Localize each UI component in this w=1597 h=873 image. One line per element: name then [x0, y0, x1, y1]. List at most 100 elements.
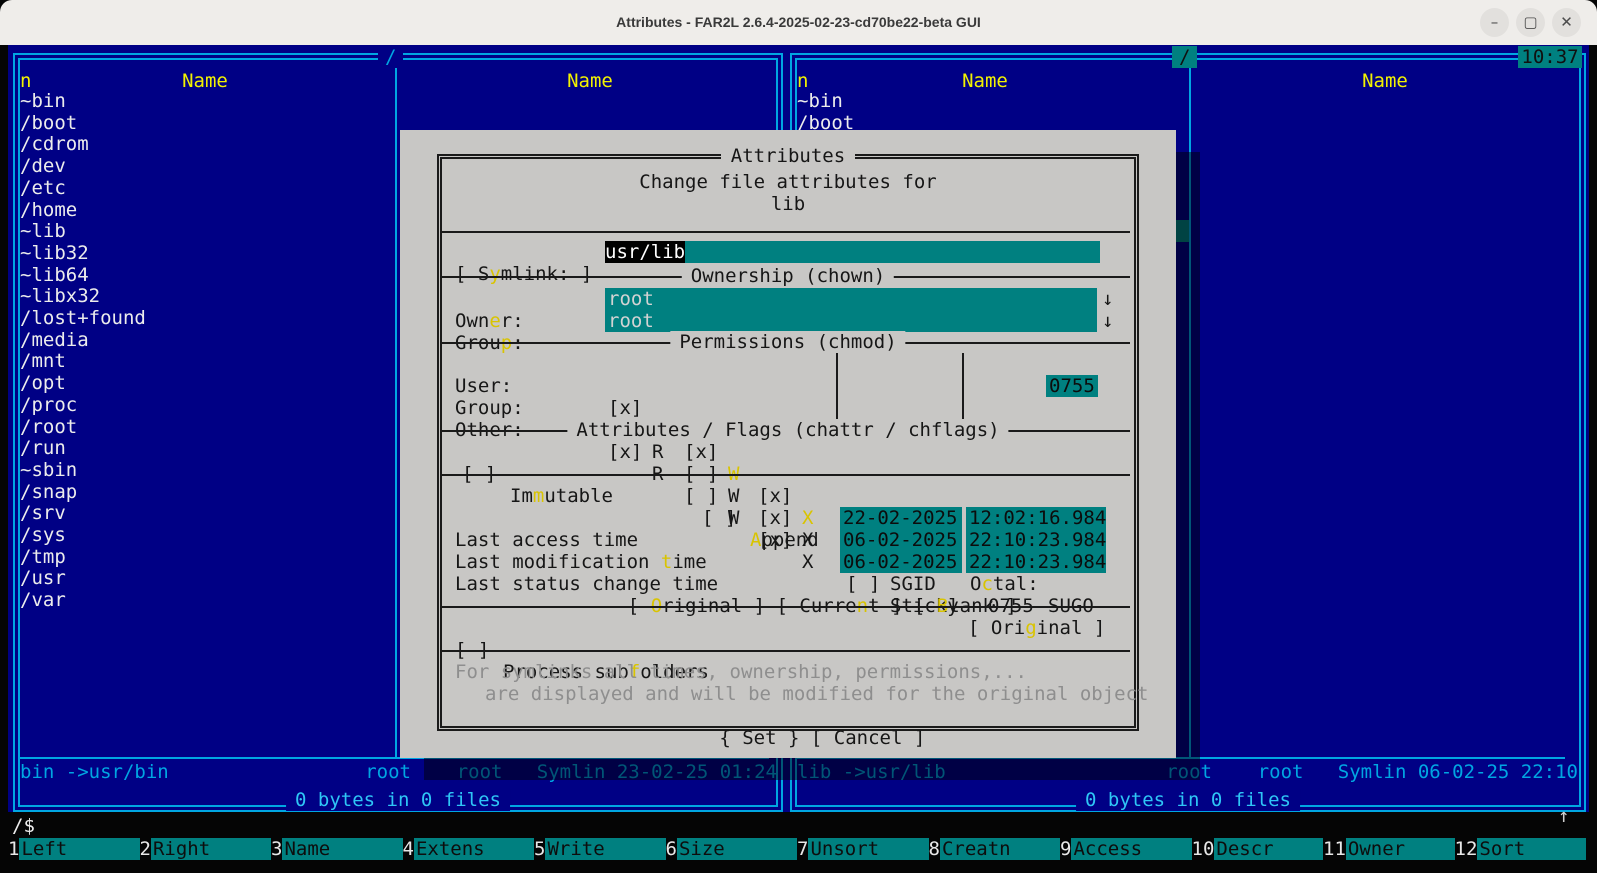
right-panel-footer-count: 0 bytes in 0 files	[1076, 789, 1300, 811]
status-change-date-input[interactable]: 06-02-2025	[840, 551, 962, 573]
permissions-user-row: User: [x] R [x] W [x] X [ ] SUID Octal: …	[400, 353, 1176, 375]
maximize-button[interactable]: ▢	[1516, 8, 1545, 37]
fn-key-10[interactable]: 10Descr	[1192, 838, 1324, 860]
file-item[interactable]: /root	[20, 416, 77, 438]
file-item[interactable]: /sys	[20, 524, 66, 546]
group-input[interactable]: root	[605, 310, 1097, 332]
fn-key-label: Name	[282, 838, 402, 860]
file-item[interactable]: /mnt	[20, 350, 66, 372]
right-panel-col2-header[interactable]: Name	[1300, 70, 1470, 92]
fn-key-number: 10	[1192, 838, 1215, 860]
left-panel-column-divider	[395, 68, 397, 757]
file-item[interactable]: /tmp	[20, 546, 66, 568]
fn-key-number: 11	[1323, 838, 1346, 860]
file-item[interactable]: /run	[20, 437, 66, 459]
clock: 10:37	[1518, 46, 1582, 68]
fn-key-label: Creatn	[940, 838, 1060, 860]
file-item[interactable]: /cdrom	[20, 133, 89, 155]
fn-key-7[interactable]: 7Unsort	[797, 838, 929, 860]
fn-key-4[interactable]: 4Extens	[403, 838, 535, 860]
minimize-button[interactable]: –	[1480, 8, 1509, 37]
function-key-bar: 1Left2Right3Name4Extens5Write6Size7Unsor…	[8, 838, 1586, 860]
fn-key-3[interactable]: 3Name	[271, 838, 403, 860]
file-item[interactable]: ~lib64	[20, 264, 89, 286]
time-format-header: DD-MM-YYYY hh:mm:ss.ms	[400, 485, 1176, 507]
right-panel-col1-header[interactable]: Name	[900, 70, 1070, 92]
fn-key-12[interactable]: 12Sort	[1455, 838, 1587, 860]
file-item[interactable]: ~lib32	[20, 242, 89, 264]
symlink-note-line1: For symlinks all times, ownership, permi…	[455, 661, 1231, 683]
file-item[interactable]: /boot	[20, 112, 77, 134]
modification-time-input[interactable]: 22:10:23.984	[966, 529, 1106, 551]
fn-key-2[interactable]: 2Right	[140, 838, 272, 860]
permissions-other-row: Other: [x] R [ ] W [x] X [ ] Sticky [ Or…	[400, 397, 1176, 419]
file-item[interactable]: /etc	[20, 177, 66, 199]
set-button[interactable]: { Set }	[719, 727, 799, 749]
flags-row: [ ] Immutable [ ] Append	[400, 441, 1176, 463]
owner-history-arrow-icon[interactable]: ↓	[1102, 288, 1113, 310]
left-panel-status-name: bin ->usr/bin	[20, 761, 169, 783]
left-panel-sort-mode: n	[20, 70, 31, 92]
fn-key-label: Sort	[1477, 838, 1586, 860]
right-panel-sort-mode: n	[797, 70, 808, 92]
right-panel-status-info: root root Symlin 06-02-25 22:10	[1140, 761, 1578, 783]
symlink-input[interactable]: usr/lib	[605, 241, 1100, 263]
modification-date-input[interactable]: 06-02-2025	[840, 529, 962, 551]
scrollback-arrow-icon[interactable]: ↑	[1558, 805, 1569, 827]
left-panel-path[interactable]: /	[378, 46, 403, 68]
file-item[interactable]: /srv	[20, 502, 66, 524]
dialog-buttons-row: { Set } [ Cancel ]	[400, 705, 1176, 727]
file-item[interactable]: /snap	[20, 481, 77, 503]
octal-input[interactable]: 0755	[1046, 375, 1098, 397]
file-item[interactable]: /usr	[20, 567, 66, 589]
file-item[interactable]: /lost+found	[20, 307, 146, 329]
access-time-input[interactable]: 12:02:16.984	[966, 507, 1106, 529]
fn-key-8[interactable]: 8Creatn	[929, 838, 1061, 860]
fn-key-label: Unsort	[808, 838, 928, 860]
time-buttons-row: [ Original ] [ Current ] [ Blank ]	[400, 573, 1176, 595]
dialog-filename: lib	[400, 193, 1176, 215]
left-panel-col2-header[interactable]: Name	[500, 70, 680, 92]
fn-key-label: Size	[677, 838, 797, 860]
cancel-button[interactable]: [ Cancel ]	[811, 727, 925, 749]
file-item[interactable]: /media	[20, 329, 89, 351]
fn-key-5[interactable]: 5Write	[534, 838, 666, 860]
file-item[interactable]: /home	[20, 199, 77, 221]
file-item[interactable]: ~bin	[797, 90, 843, 112]
separator	[442, 231, 1130, 233]
fn-key-number: 6	[666, 838, 677, 860]
file-item[interactable]: /dev	[20, 155, 66, 177]
status-change-time-input[interactable]: 22:10:23.984	[966, 551, 1106, 573]
file-item[interactable]: /proc	[20, 394, 77, 416]
fn-key-number: 12	[1455, 838, 1478, 860]
group-history-arrow-icon[interactable]: ↓	[1102, 310, 1113, 332]
fn-key-number: 4	[403, 838, 414, 860]
right-panel-path[interactable]: /	[1172, 46, 1197, 68]
file-item[interactable]: /var	[20, 589, 66, 611]
fn-key-9[interactable]: 9Access	[1060, 838, 1192, 860]
fn-key-label: Extens	[414, 838, 534, 860]
fn-key-number: 7	[797, 838, 808, 860]
left-panel-col1-header[interactable]: Name	[120, 70, 290, 92]
fn-key-1[interactable]: 1Left	[8, 838, 140, 860]
fn-key-label: Descr	[1214, 838, 1323, 860]
file-item[interactable]: ~bin	[20, 90, 66, 112]
subfolders-row: [ ] Process subfolders	[400, 617, 1176, 639]
attributes-dialog: Attributes Change file attributes for li…	[400, 130, 1176, 758]
file-item[interactable]: ~libx32	[20, 285, 100, 307]
fn-key-number: 3	[271, 838, 282, 860]
ownership-section-title: Ownership (chown)	[682, 265, 894, 287]
close-button[interactable]: ✕	[1552, 8, 1581, 37]
window-titlebar: Attributes - FAR2L 2.6.4-2025-02-23-cd70…	[0, 0, 1597, 45]
file-item[interactable]: /opt	[20, 372, 66, 394]
fn-key-11[interactable]: 11Owner	[1323, 838, 1455, 860]
access-date-input[interactable]: 22-02-2025	[840, 507, 962, 529]
fn-key-6[interactable]: 6Size	[666, 838, 798, 860]
file-item[interactable]: ~lib	[20, 220, 66, 242]
fn-key-label: Write	[545, 838, 665, 860]
symlink-label[interactable]: [ Symlink: ]	[455, 263, 592, 285]
file-item[interactable]: ~sbin	[20, 459, 77, 481]
command-line[interactable]: /$	[12, 815, 35, 837]
permissions-section-title: Permissions (chmod)	[670, 331, 905, 353]
owner-input[interactable]: root	[605, 288, 1097, 310]
